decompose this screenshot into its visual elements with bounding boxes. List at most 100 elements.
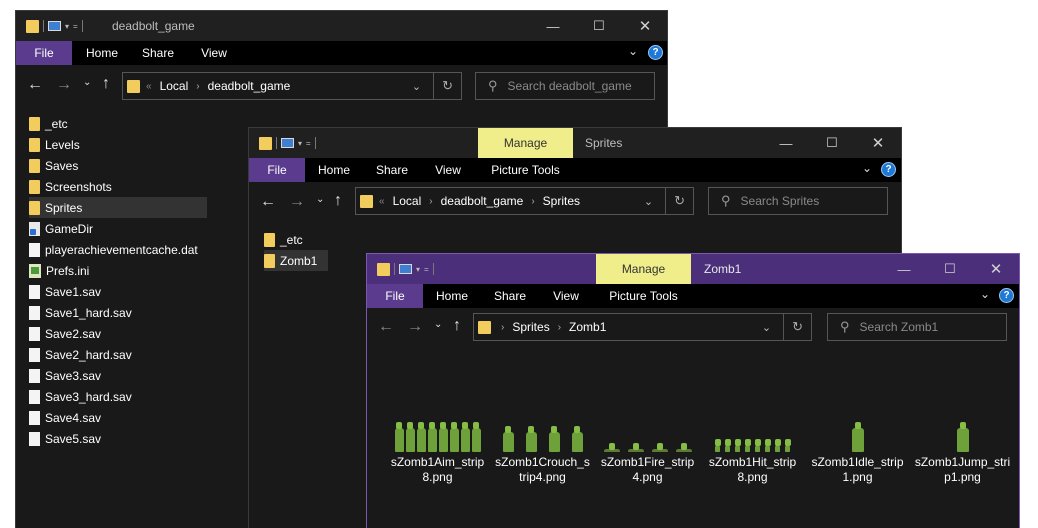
tab-share[interactable]: Share (364, 158, 420, 182)
breadcrumb-separator-icon[interactable]: › (429, 196, 432, 207)
list-item[interactable]: Zomb1 (264, 250, 328, 271)
list-item[interactable]: Levels (29, 134, 207, 155)
thumbnail-item[interactable]: sZomb1Crouch_strip4.png (490, 414, 595, 485)
expand-ribbon-icon[interactable]: ⌄ (862, 161, 872, 175)
tab-share[interactable]: Share (482, 284, 538, 308)
tab-file[interactable]: File (367, 284, 423, 308)
forward-arrow-icon[interactable]: → (289, 193, 305, 211)
refresh-icon[interactable]: ↻ (442, 78, 453, 94)
breadcrumb-item[interactable]: Local (160, 79, 189, 93)
tab-share[interactable]: Share (130, 41, 186, 65)
expand-ribbon-icon[interactable]: ⌄ (980, 287, 990, 301)
tab-picture-tools[interactable]: Picture Tools (478, 158, 573, 182)
breadcrumb-separator-icon[interactable]: › (531, 196, 534, 207)
forward-arrow-icon[interactable]: → (56, 76, 72, 94)
maximize-button[interactable]: ☐ (809, 128, 855, 158)
list-item[interactable]: GameDir (29, 218, 207, 239)
search-box[interactable]: ⚲ Search deadbolt_game (475, 72, 655, 100)
chevron-down-icon[interactable]: ▾ (65, 22, 69, 31)
breadcrumb-separator-icon[interactable]: › (501, 322, 504, 333)
close-button[interactable]: ✕ (973, 254, 1019, 284)
manage-contextual-tab[interactable]: Manage (478, 128, 573, 158)
tab-view[interactable]: View (186, 41, 242, 65)
recent-locations-icon[interactable]: ⌄ (316, 194, 324, 205)
breadcrumb-separator-icon[interactable]: › (196, 81, 199, 92)
breadcrumb-item[interactable]: Local (393, 194, 422, 208)
search-box[interactable]: ⚲ Search Zomb1 (827, 313, 1007, 341)
tab-home[interactable]: Home (306, 158, 362, 182)
refresh-icon[interactable]: ↻ (792, 319, 803, 335)
tab-file[interactable]: File (16, 41, 72, 65)
back-arrow-icon[interactable]: ← (260, 193, 276, 211)
list-item[interactable]: Save5.sav (29, 428, 207, 449)
breadcrumb-item[interactable]: Sprites (512, 320, 549, 334)
help-icon[interactable]: ? (881, 162, 896, 177)
breadcrumb-separator-icon[interactable]: › (558, 322, 561, 333)
address-dropdown-icon[interactable]: ⌄ (762, 321, 771, 334)
minimize-button[interactable]: — (530, 11, 576, 41)
list-item[interactable]: Save4.sav (29, 407, 207, 428)
up-arrow-icon[interactable]: ↑ (453, 317, 461, 335)
close-button[interactable]: ✕ (622, 11, 667, 41)
customize-toolbar-icon[interactable]: = (424, 265, 429, 274)
maximize-button[interactable]: ☐ (927, 254, 973, 284)
breadcrumb-item[interactable]: deadbolt_game (441, 194, 524, 208)
overflow-chevron-icon[interactable]: « (379, 196, 385, 207)
back-arrow-icon[interactable]: ← (378, 318, 394, 336)
list-item[interactable]: Saves (29, 155, 207, 176)
forward-arrow-icon[interactable]: → (407, 318, 423, 336)
tab-view[interactable]: View (420, 158, 476, 182)
tab-home[interactable]: Home (424, 284, 480, 308)
up-arrow-icon[interactable]: ↑ (102, 75, 110, 93)
list-item[interactable]: Save1_hard.sav (29, 302, 207, 323)
list-item[interactable]: Save2.sav (29, 323, 207, 344)
properties-icon[interactable] (281, 138, 294, 148)
recent-locations-icon[interactable]: ⌄ (434, 319, 442, 330)
address-dropdown-icon[interactable]: ⌄ (644, 195, 653, 208)
tab-picture-tools[interactable]: Picture Tools (596, 284, 691, 308)
customize-toolbar-icon[interactable]: = (73, 22, 78, 31)
minimize-button[interactable]: — (763, 128, 809, 158)
close-button[interactable]: ✕ (855, 128, 901, 158)
thumbnail-item[interactable]: sZomb1Fire_strip4.png (595, 414, 700, 485)
help-icon[interactable]: ? (999, 288, 1014, 303)
tab-home[interactable]: Home (74, 41, 130, 65)
manage-contextual-tab[interactable]: Manage (596, 254, 691, 284)
address-bar[interactable]: « Local › deadbolt_game ⌄ ↻ (122, 72, 462, 100)
breadcrumb-item[interactable]: deadbolt_game (208, 79, 291, 93)
list-item[interactable]: Save1.sav (29, 281, 207, 302)
thumbnail-item[interactable]: sZomb1Jump_strip1.png (910, 414, 1015, 485)
list-item[interactable]: playerachievementcache.dat (29, 239, 207, 260)
help-icon[interactable]: ? (648, 45, 663, 60)
overflow-chevron-icon[interactable]: « (146, 81, 152, 92)
list-item[interactable]: Sprites (29, 197, 207, 218)
recent-locations-icon[interactable]: ⌄ (83, 77, 91, 88)
address-dropdown-icon[interactable]: ⌄ (412, 80, 421, 93)
expand-ribbon-icon[interactable]: ⌄ (628, 44, 638, 58)
breadcrumb-item[interactable]: Sprites (543, 194, 580, 208)
list-item[interactable]: Save2_hard.sav (29, 344, 207, 365)
address-bar[interactable]: « Local › deadbolt_game › Sprites ⌄ ↻ (355, 187, 694, 215)
customize-toolbar-icon[interactable]: = (306, 139, 311, 148)
chevron-down-icon[interactable]: ▾ (416, 265, 420, 274)
list-item[interactable]: Screenshots (29, 176, 207, 197)
thumbnail-item[interactable]: sZomb1Idle_strip1.png (805, 414, 910, 485)
list-item[interactable]: Save3_hard.sav (29, 386, 207, 407)
thumbnail-item[interactable]: sZomb1Aim_strip8.png (385, 414, 490, 485)
breadcrumb-item[interactable]: Zomb1 (569, 320, 606, 334)
thumbnail-item[interactable]: sZomb1Hit_strip8.png (700, 414, 805, 485)
tab-view[interactable]: View (538, 284, 594, 308)
address-bar[interactable]: › Sprites › Zomb1 ⌄ ↻ (473, 313, 812, 341)
minimize-button[interactable]: — (881, 254, 927, 284)
back-arrow-icon[interactable]: ← (27, 76, 43, 94)
list-item[interactable]: _etc (29, 113, 207, 134)
up-arrow-icon[interactable]: ↑ (334, 192, 342, 210)
list-item[interactable]: _etc (264, 229, 328, 250)
chevron-down-icon[interactable]: ▾ (298, 139, 302, 148)
properties-icon[interactable] (48, 21, 61, 31)
tab-file[interactable]: File (249, 158, 305, 182)
list-item[interactable]: Save3.sav (29, 365, 207, 386)
properties-icon[interactable] (399, 264, 412, 274)
search-box[interactable]: ⚲ Search Sprites (708, 187, 888, 215)
maximize-button[interactable]: ☐ (576, 11, 622, 41)
